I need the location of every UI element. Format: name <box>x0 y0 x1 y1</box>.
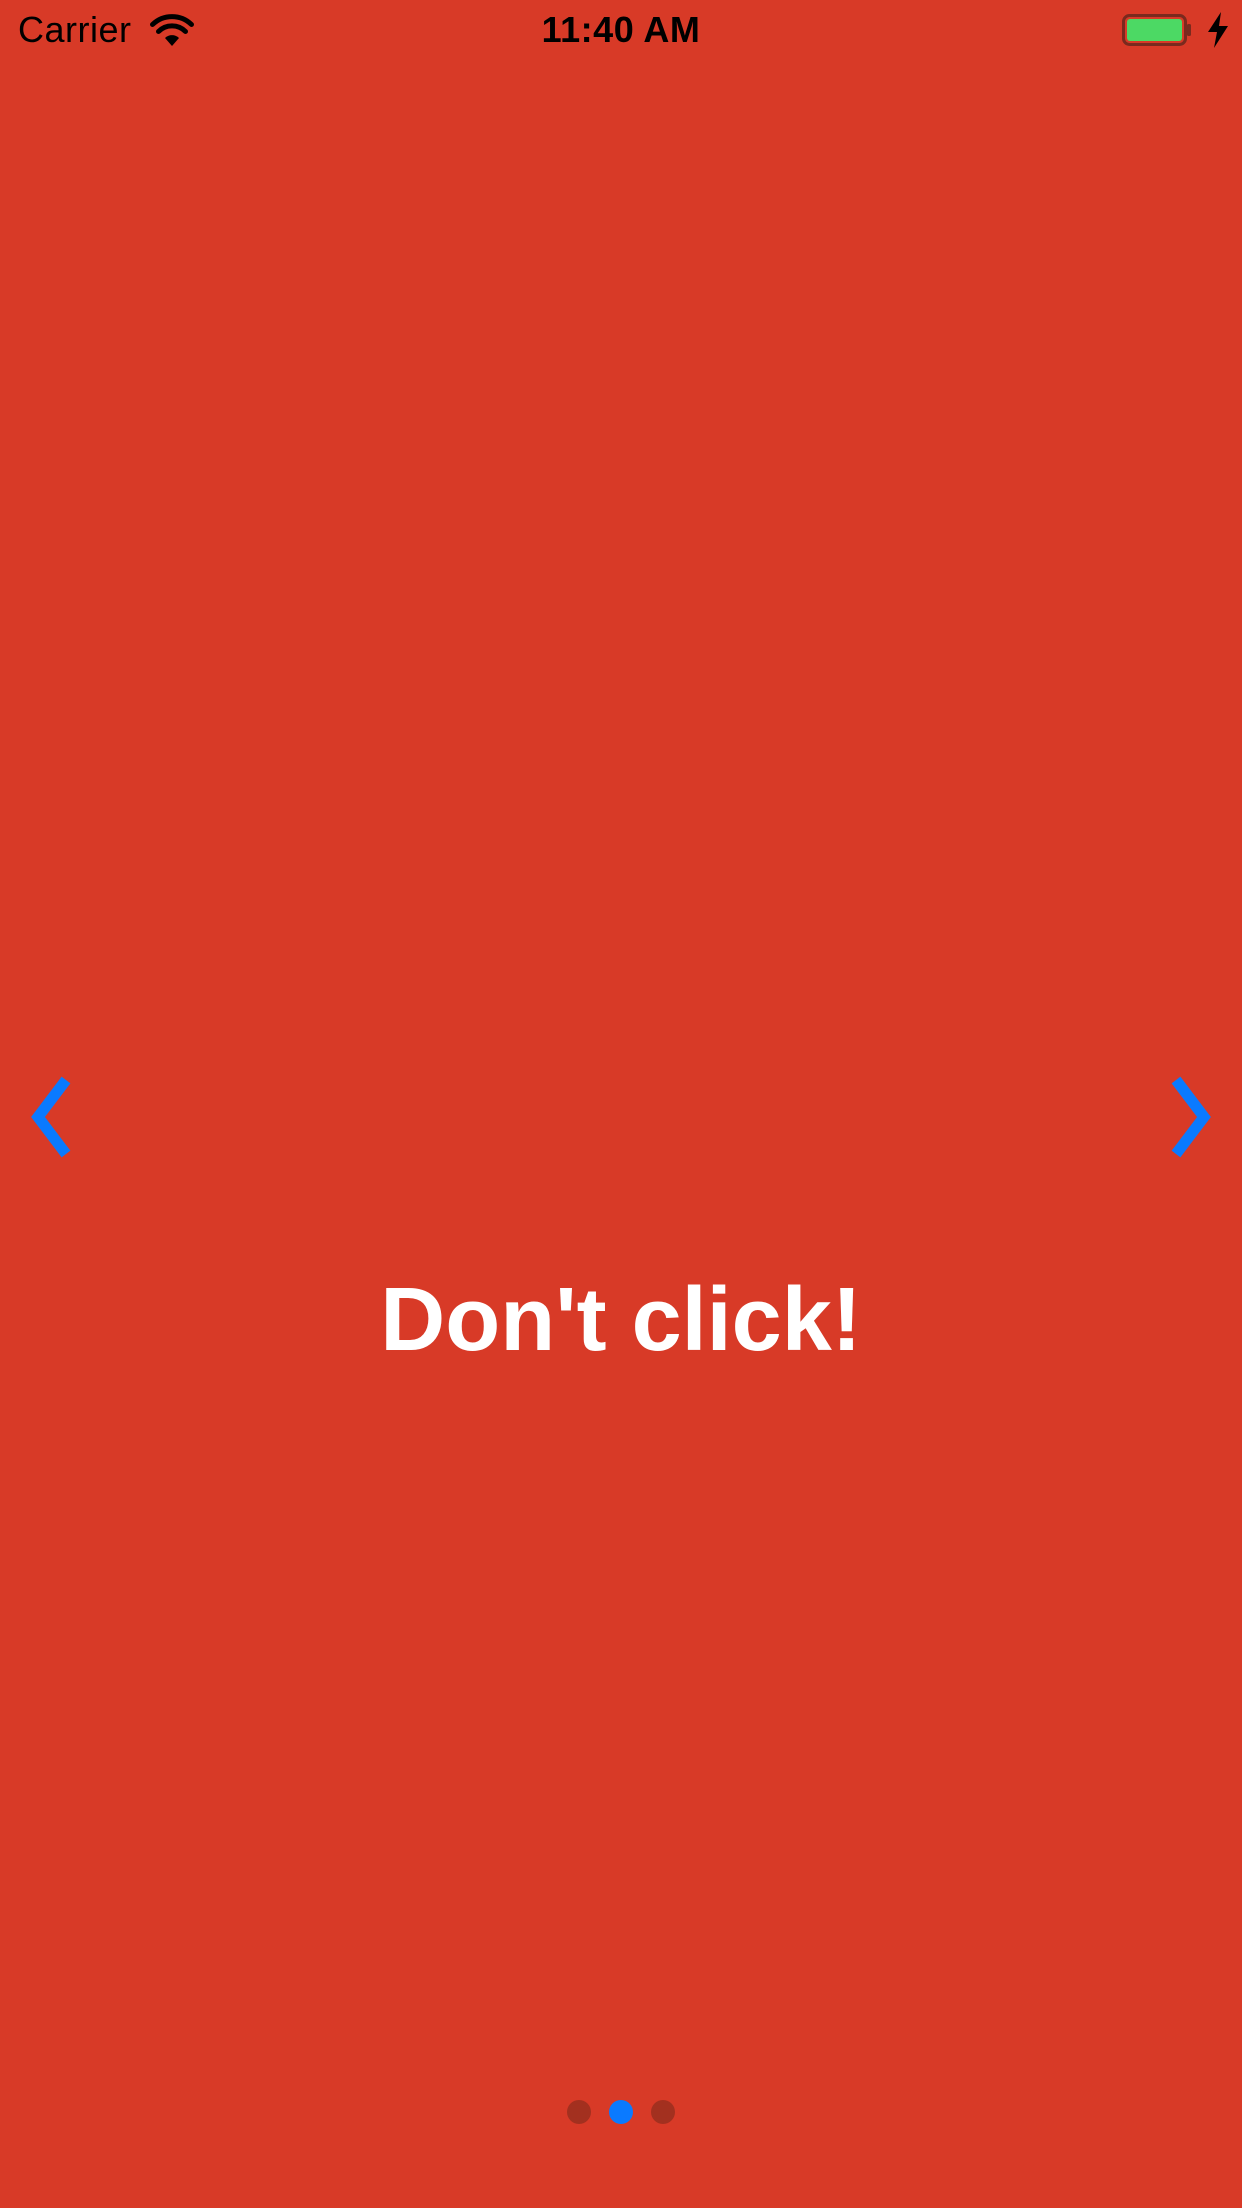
status-bar: Carrier 11:40 AM <box>0 0 1242 60</box>
carousel-screen: Carrier 11:40 AM Don't click! <box>0 0 1242 2208</box>
battery-icon <box>1122 14 1191 46</box>
page-message: Don't click! <box>380 1270 862 1370</box>
chevron-left-icon[interactable] <box>24 1072 84 1162</box>
clock-time: 11:40 AM <box>541 9 701 50</box>
page-dot-3[interactable] <box>651 2100 675 2124</box>
chevron-right-icon[interactable] <box>1158 1072 1218 1162</box>
charging-bolt-icon <box>1208 12 1228 48</box>
page-dot-2[interactable] <box>609 2100 633 2124</box>
page-control[interactable] <box>0 2100 1242 2124</box>
page-dot-1[interactable] <box>567 2100 591 2124</box>
